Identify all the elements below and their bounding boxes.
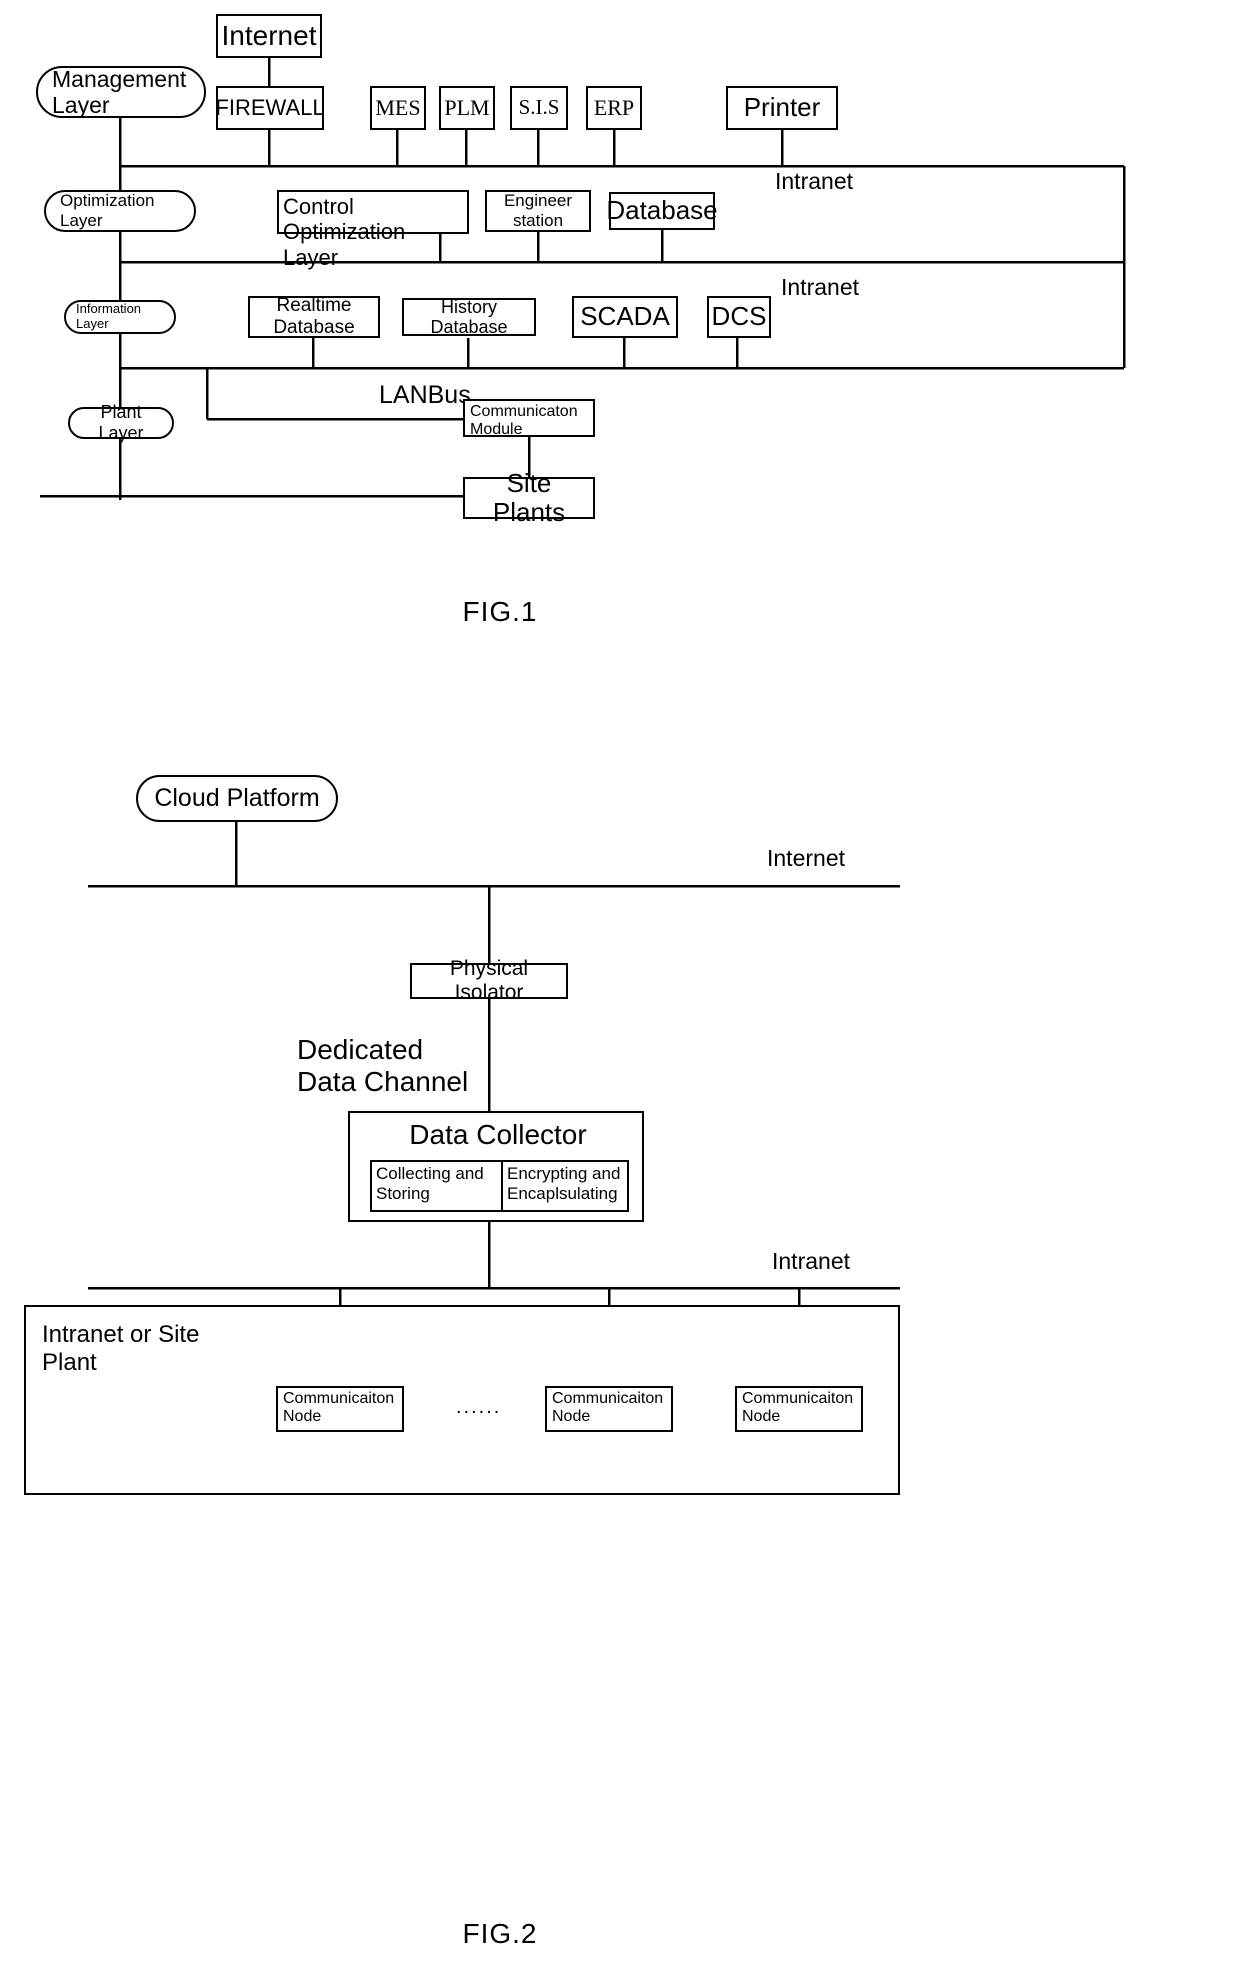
node-internet-label: Internet xyxy=(221,20,317,52)
node-history-database[interactable]: History Database xyxy=(402,296,536,337)
node-plm[interactable]: PLM xyxy=(439,86,495,130)
layer-information-label: Information Layer xyxy=(76,301,142,331)
figure-caption-1: FIG.1 xyxy=(462,596,538,627)
figure-caption-2: FIG.2 xyxy=(462,1918,538,1949)
node-intranet-or-site-plant-label: Intranet or Site Plant xyxy=(42,1321,200,1376)
node-cloud-platform[interactable]: Cloud Platform xyxy=(136,775,338,822)
patent-figure-sheet: Internet Management Layer FIREWALL MES P… xyxy=(0,0,1240,1983)
node-control-optimization-layer[interactable]: Control Optimization Layer xyxy=(277,190,469,270)
node-printer[interactable]: Printer xyxy=(726,86,838,130)
node-data-collector[interactable]: Data Collector Collecting and Storing En… xyxy=(348,1111,644,1222)
node-engineer-station[interactable]: Engineer station xyxy=(485,190,591,232)
label-ellipsis: ...... xyxy=(456,1396,502,1418)
node-database[interactable]: Database xyxy=(606,192,718,230)
node-realtime-database[interactable]: Realtime Database xyxy=(248,295,380,338)
layer-information[interactable]: Information Layer xyxy=(64,300,176,334)
node-communication-node-3-label: Communicaiton Node xyxy=(742,1390,854,1426)
node-plm-label: PLM xyxy=(444,94,490,120)
node-mes-label: MES xyxy=(375,94,421,120)
node-erp-label: ERP xyxy=(593,94,635,120)
node-internet[interactable]: Internet xyxy=(216,14,322,58)
node-dcs[interactable]: DCS xyxy=(707,296,771,338)
bus-label-lanbus: LANBus xyxy=(379,381,471,409)
layer-optimization[interactable]: Optimization Layer xyxy=(44,190,196,232)
bus-label-intranet-fig2: Intranet xyxy=(772,1248,850,1274)
subnode-encrypting-and-encapsulating[interactable]: Encrypting and Encaplsulating xyxy=(501,1160,629,1212)
node-data-collector-title: Data Collector xyxy=(409,1119,587,1150)
node-realtime-database-label: Realtime Database xyxy=(273,295,355,338)
layer-management[interactable]: Management Layer xyxy=(36,66,206,118)
layer-plant-label: Plant Layer xyxy=(98,402,144,443)
node-dcs-label: DCS xyxy=(711,301,767,332)
node-engineer-station-label: Engineer station xyxy=(503,191,573,230)
node-sis[interactable]: S.I.S xyxy=(510,86,568,130)
node-firewall-label: FIREWALL xyxy=(215,94,325,120)
node-site-plants-label: Site Plants xyxy=(492,467,566,527)
node-erp[interactable]: ERP xyxy=(586,86,642,130)
node-communication-module-label: Communicaton Module xyxy=(470,403,578,439)
node-communication-module[interactable]: Communicaton Module xyxy=(463,399,595,439)
node-physical-isolator[interactable]: Physical Isolator xyxy=(410,957,568,1004)
layer-optimization-label: Optimization Layer xyxy=(60,191,155,230)
node-cloud-platform-label: Cloud Platform xyxy=(154,783,320,812)
node-printer-label: Printer xyxy=(743,92,821,123)
node-communication-node-3[interactable]: Communicaiton Node xyxy=(735,1386,863,1432)
bus-label-intranet-upper: Intranet xyxy=(775,168,853,194)
node-firewall[interactable]: FIREWALL xyxy=(215,86,325,130)
layer-management-label: Management Layer xyxy=(52,65,187,118)
bus-label-internet: Internet xyxy=(767,845,845,871)
node-communication-node-1-label: Communicaiton Node xyxy=(283,1390,395,1426)
node-control-optimization-layer-label: Control Optimization Layer xyxy=(283,194,406,270)
node-scada-label: SCADA xyxy=(580,301,670,332)
bus-label-intranet-lower: Intranet xyxy=(781,274,859,300)
node-mes[interactable]: MES xyxy=(370,86,426,130)
label-dedicated-data-channel: Dedicated Data Channel xyxy=(297,1034,469,1098)
node-scada[interactable]: SCADA xyxy=(572,296,678,338)
node-physical-isolator-label: Physical Isolator xyxy=(449,957,529,1004)
node-site-plants[interactable]: Site Plants xyxy=(463,468,595,527)
node-history-database-label: History Database xyxy=(430,296,508,337)
node-communication-node-1[interactable]: Communicaiton Node xyxy=(276,1386,404,1432)
node-communication-node-2[interactable]: Communicaiton Node xyxy=(545,1386,673,1432)
subnode-collecting-and-storing-label: Collecting and Storing xyxy=(376,1164,484,1203)
node-sis-label: S.I.S xyxy=(518,95,560,120)
layer-plant[interactable]: Plant Layer xyxy=(68,402,174,443)
subnode-encrypting-and-encapsulating-label: Encrypting and Encaplsulating xyxy=(507,1164,621,1203)
node-database-label: Database xyxy=(606,195,718,226)
subnode-collecting-and-storing[interactable]: Collecting and Storing xyxy=(370,1160,503,1212)
node-communication-node-2-label: Communicaiton Node xyxy=(552,1390,664,1426)
